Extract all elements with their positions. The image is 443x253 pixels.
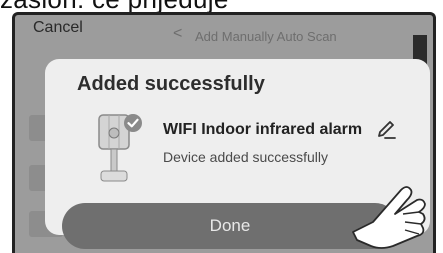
dialog-title: Added successfully	[77, 73, 265, 95]
checkmark-badge-icon	[124, 114, 142, 132]
device-status: Device added successfully	[163, 149, 328, 165]
hand-pointer-icon	[352, 186, 426, 249]
phone-screen: Cancel < Add Manually Auto Scan Added su…	[12, 12, 436, 253]
pencil-icon[interactable]	[375, 119, 397, 141]
device-name: WIFI Indoor infrared alarm	[163, 121, 363, 138]
cancel-button[interactable]: Cancel	[33, 19, 83, 37]
bg-header-tabs: Add Manually Auto Scan	[195, 29, 337, 44]
bg-back-icon: <	[173, 25, 183, 42]
